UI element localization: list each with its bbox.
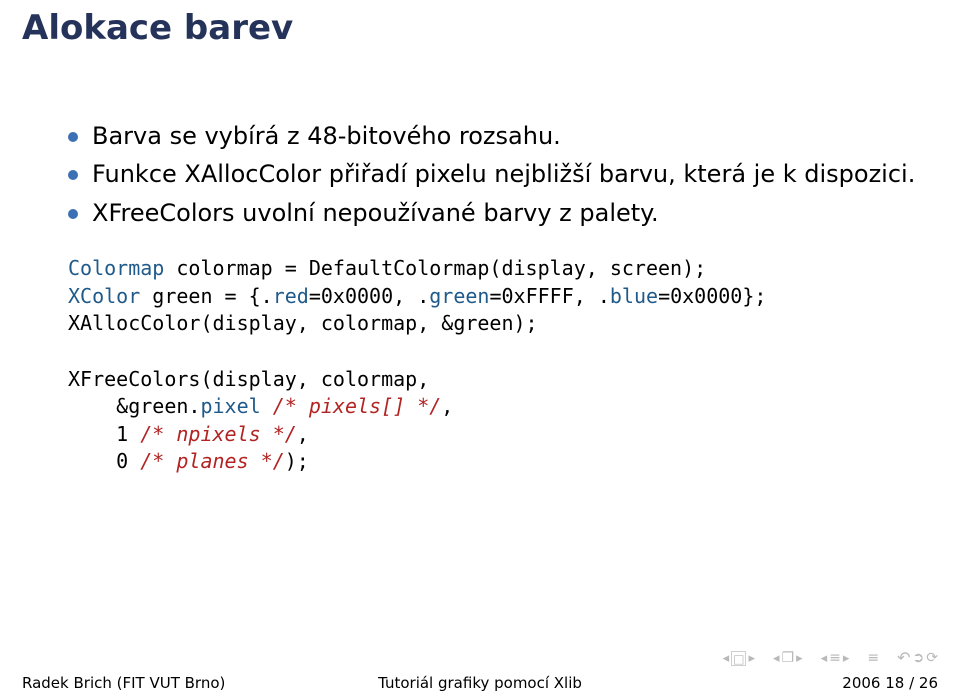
footer-page: 2006 18 / 26 [842, 674, 938, 692]
nav-loop-icon[interactable]: ➲ [913, 651, 925, 665]
bullet-icon [68, 170, 78, 180]
nav-next-section-icon[interactable]: ▸ [843, 652, 850, 665]
nav-outline-icon[interactable]: ≡ [867, 651, 879, 665]
nav-group-misc: ≡ [867, 651, 879, 665]
code-field: red [273, 284, 309, 308]
code-text: XFreeColors(display, colormap, [68, 367, 429, 391]
bullet-text: Funkce XAllocColor přiřadí pixelu nejbli… [92, 158, 915, 190]
slide-title: Alokace barev [22, 8, 293, 48]
code-text: ); [285, 449, 309, 473]
nav-prev-section-icon[interactable]: ◂ [821, 652, 828, 665]
nav-next-frame-icon[interactable]: ▸ [796, 652, 803, 665]
code-text: =0xFFFF, . [489, 284, 609, 308]
nav-prev-frame-icon[interactable]: ◂ [773, 652, 780, 665]
code-comment: /* npixels */ [140, 422, 297, 446]
code-text [261, 394, 273, 418]
code-text: =0x0000}; [658, 284, 766, 308]
code-text: &green. [68, 394, 200, 418]
nav-frame-icon[interactable]: ❐ [782, 651, 795, 665]
slide-content: Barva se vybírá z 48-bitového rozsahu. F… [68, 120, 920, 476]
code-text: =0x0000, . [309, 284, 429, 308]
code-text: , [441, 394, 453, 418]
footer: Radek Brich (FIT VUT Brno) Tutoriál graf… [22, 674, 938, 692]
code-text: XAllocColor(display, colormap, &green); [68, 311, 538, 335]
nav-next-page-icon[interactable]: ▸ [748, 652, 755, 665]
code-text: 1 [68, 422, 140, 446]
bullet-item: Funkce XAllocColor přiřadí pixelu nejbli… [68, 158, 920, 190]
code-block: Colormap colormap = DefaultColormap(disp… [68, 255, 920, 476]
nav-section-icon[interactable]: ≡ [829, 651, 841, 665]
nav-back-icon[interactable]: ↶ [897, 650, 910, 666]
nav-group-frame: ◂ ❐ ▸ [773, 651, 803, 665]
bullet-item: XFreeColors uvolní nepoužívané barvy z p… [68, 197, 920, 229]
nav-bar: ◂ □ ▸ ◂ ❐ ▸ ◂ ≡ ▸ ≡ ↶ ➲ ⟳ [723, 650, 938, 666]
code-type: XColor [68, 284, 140, 308]
footer-author: Radek Brich (FIT VUT Brno) [22, 674, 225, 692]
nav-page-icon[interactable]: □ [731, 651, 746, 666]
code-field: blue [610, 284, 658, 308]
bullet-text: XFreeColors uvolní nepoužívané barvy z p… [92, 197, 659, 229]
bullet-icon [68, 209, 78, 219]
nav-loop2-icon[interactable]: ⟳ [926, 651, 938, 665]
code-field: pixel [200, 394, 260, 418]
bullet-text: Barva se vybírá z 48-bitového rozsahu. [92, 120, 561, 152]
nav-group-undo: ↶ ➲ ⟳ [897, 650, 938, 666]
bullet-icon [68, 132, 78, 142]
bullet-item: Barva se vybírá z 48-bitového rozsahu. [68, 120, 920, 152]
code-text: green = {. [140, 284, 272, 308]
code-field: green [429, 284, 489, 308]
code-text: , [297, 422, 309, 446]
code-text: 0 [68, 449, 140, 473]
code-type: Colormap [68, 256, 164, 280]
code-comment: /* planes */ [140, 449, 285, 473]
nav-group-page: ◂ □ ▸ [723, 651, 755, 666]
nav-prev-page-icon[interactable]: ◂ [723, 652, 730, 665]
code-text: colormap = DefaultColormap(display, scre… [164, 256, 706, 280]
code-comment: /* pixels[] */ [273, 394, 442, 418]
nav-group-section: ◂ ≡ ▸ [821, 651, 850, 665]
footer-title: Tutoriál grafiky pomocí Xlib [378, 674, 582, 692]
